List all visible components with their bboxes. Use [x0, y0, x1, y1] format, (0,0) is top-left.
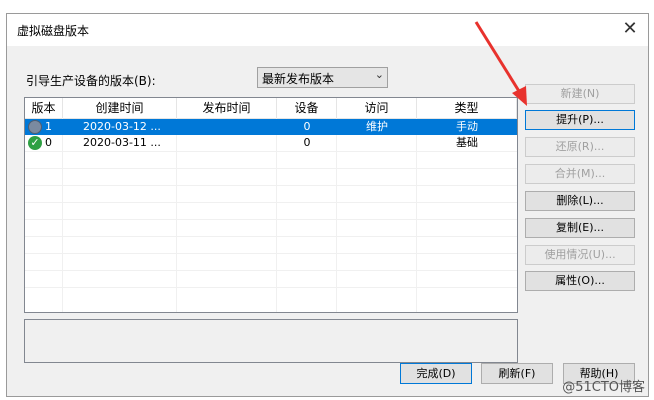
annotation-arrow-icon: [474, 21, 527, 106]
arrow-head: [512, 86, 527, 106]
watermark: @51CTO博客: [562, 380, 645, 395]
arrow-shaft: [474, 21, 524, 97]
